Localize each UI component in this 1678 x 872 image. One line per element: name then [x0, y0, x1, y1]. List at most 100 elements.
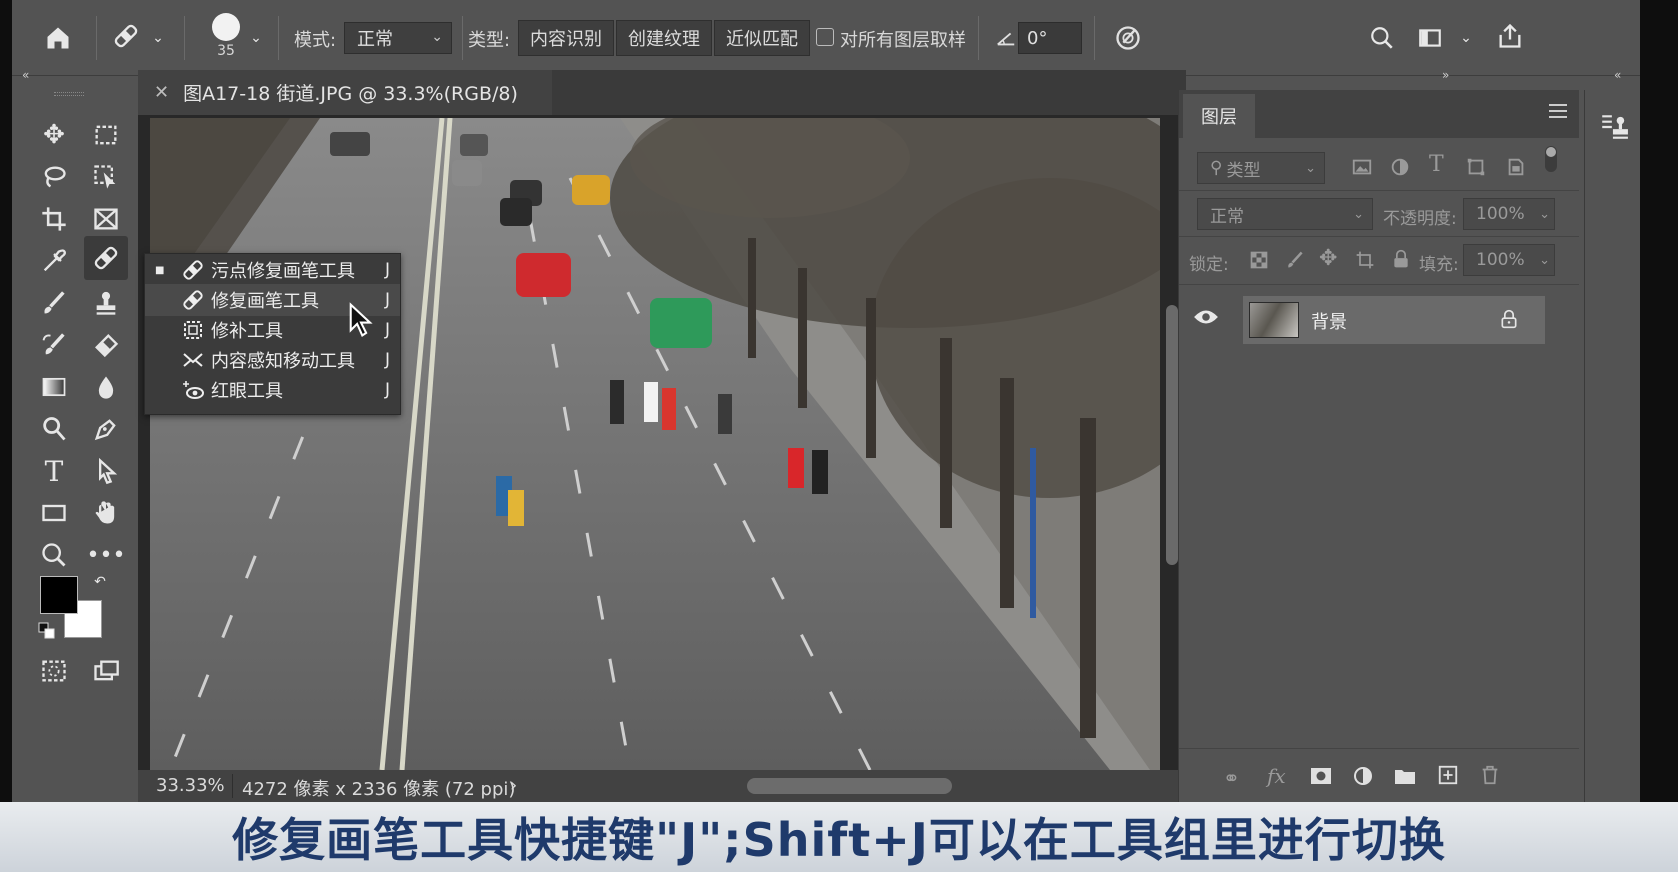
- screen-mode-icon[interactable]: [84, 652, 128, 690]
- separator: [232, 774, 233, 798]
- type-create-texture-button[interactable]: 创建纹理: [616, 20, 712, 56]
- history-brush-tool-icon[interactable]: [32, 326, 76, 364]
- horizontal-scrollbar[interactable]: [747, 778, 952, 794]
- quick-mask-icon[interactable]: [32, 652, 76, 690]
- marquee-tool-icon[interactable]: [84, 116, 128, 154]
- swap-colors-icon[interactable]: ↶: [88, 570, 112, 594]
- toolbar-collapse-icon[interactable]: «: [22, 68, 29, 82]
- visibility-eye-icon[interactable]: [1193, 308, 1219, 330]
- home-icon[interactable]: [40, 20, 76, 56]
- lock-transparent-icon[interactable]: [1249, 250, 1269, 274]
- mouse-cursor-icon: [348, 302, 378, 342]
- fill-value: 100%: [1476, 250, 1525, 270]
- type-tool-icon[interactable]: T: [32, 452, 76, 490]
- new-layer-icon[interactable]: [1437, 764, 1459, 790]
- trash-icon[interactable]: [1479, 764, 1501, 790]
- panel-expand-icon[interactable]: »: [1442, 68, 1449, 82]
- flyout-item-red-eye[interactable]: 红眼工具 J: [145, 374, 400, 406]
- layer-row[interactable]: 背景: [1243, 296, 1545, 344]
- workspace-icon[interactable]: [1412, 20, 1448, 56]
- frame-tool-icon[interactable]: [84, 200, 128, 238]
- hand-tool-icon[interactable]: [84, 494, 128, 532]
- mode-value: 正常: [357, 29, 393, 50]
- blend-mode-select[interactable]: 正常 ⌄: [1197, 198, 1373, 230]
- type-content-aware-button[interactable]: 内容识别: [518, 20, 614, 56]
- chevron-down-icon[interactable]: ⌄: [148, 26, 168, 50]
- filter-adjustment-icon[interactable]: [1389, 156, 1411, 182]
- brush-size-picker[interactable]: 35: [208, 12, 244, 60]
- filter-shape-icon[interactable]: [1465, 156, 1487, 182]
- layer-filter-select[interactable]: ⚲ 类型 ⌄: [1197, 152, 1325, 184]
- options-bar: ⌄ 35 ⌄ 模式: 正常 ⌄ 类型: 内容识别 创建纹理 近似匹配 对所有图层…: [12, 0, 1640, 76]
- fill-input[interactable]: 100% ⌄: [1463, 244, 1555, 276]
- street-photo[interactable]: [150, 118, 1160, 770]
- properties-panel-icon[interactable]: [1599, 112, 1629, 146]
- tab-layers[interactable]: 图层: [1183, 94, 1255, 138]
- crop-tool-icon[interactable]: [32, 200, 76, 238]
- subtitle-text: 修复画笔工具快捷键"J";Shift+J可以在工具组里进行切换: [232, 813, 1446, 867]
- eyedropper-tool-icon[interactable]: [32, 242, 76, 280]
- link-layers-icon[interactable]: ⚭: [1223, 766, 1240, 790]
- zoom-level[interactable]: 33.33%: [156, 775, 225, 796]
- close-icon[interactable]: ✕: [154, 82, 169, 103]
- group-folder-icon[interactable]: [1393, 766, 1417, 790]
- panel-collapse-icon[interactable]: «: [1614, 68, 1621, 82]
- filter-toggle[interactable]: [1545, 146, 1557, 172]
- vertical-scrollbar[interactable]: [1166, 305, 1178, 565]
- default-colors-icon[interactable]: [38, 622, 56, 640]
- document-tab[interactable]: ✕ 图A17-18 街道.JPG @ 33.3%(RGB/8): [138, 70, 552, 115]
- toolbar-grip[interactable]: [54, 92, 84, 96]
- share-icon[interactable]: [1492, 18, 1528, 54]
- panel-menu-icon[interactable]: [1549, 104, 1567, 118]
- blur-tool-icon[interactable]: [84, 368, 128, 406]
- chevron-down-icon[interactable]: ⌄: [246, 26, 266, 50]
- lock-all-icon[interactable]: [1391, 248, 1411, 274]
- spot-healing-brush-icon: [179, 257, 207, 283]
- filter-pixel-icon[interactable]: [1351, 156, 1373, 182]
- patch-tool-icon: [179, 317, 207, 343]
- healing-brush-preset-icon[interactable]: [108, 18, 144, 54]
- type-proximity-match-button[interactable]: 近似匹配: [714, 20, 810, 56]
- search-icon: ⚲: [1210, 158, 1223, 178]
- video-subtitle: 修复画笔工具快捷键"J";Shift+J可以在工具组里进行切换: [0, 802, 1678, 872]
- chevron-down-icon[interactable]: ⌄: [1456, 26, 1476, 50]
- angle-input[interactable]: 0°: [1018, 22, 1082, 54]
- pressure-size-icon[interactable]: [1110, 20, 1146, 56]
- lock-position-icon[interactable]: ✥: [1319, 246, 1337, 271]
- mode-select[interactable]: 正常 ⌄: [344, 22, 452, 54]
- flyout-item-label: 内容感知移动工具: [211, 351, 355, 372]
- separator: [278, 16, 279, 60]
- flyout-item-spot-healing-brush[interactable]: ■ 污点修复画笔工具 J: [145, 254, 400, 286]
- sample-all-layers-checkbox[interactable]: [816, 28, 834, 46]
- gradient-tool-icon[interactable]: [32, 368, 76, 406]
- rectangle-tool-icon[interactable]: [32, 494, 76, 532]
- adjustment-layer-icon[interactable]: [1351, 764, 1375, 792]
- status-menu-arrow[interactable]: ›: [510, 775, 517, 796]
- status-bar: 33.33% 4272 像素 x 2336 像素 (72 ppi) ›: [138, 770, 1186, 802]
- dodge-tool-icon[interactable]: [32, 410, 76, 448]
- lock-pixels-icon[interactable]: [1285, 250, 1305, 274]
- opacity-input[interactable]: 100% ⌄: [1463, 198, 1555, 230]
- layer-mask-icon[interactable]: [1309, 766, 1333, 790]
- pen-tool-icon[interactable]: [84, 410, 128, 448]
- search-icon[interactable]: [1364, 20, 1400, 56]
- lasso-tool-icon[interactable]: [32, 158, 76, 196]
- canvas-area[interactable]: [138, 115, 1186, 770]
- flyout-item-content-aware-move[interactable]: 内容感知移动工具 J: [145, 344, 400, 376]
- separator: [184, 16, 185, 60]
- clone-stamp-tool-icon[interactable]: [84, 284, 128, 322]
- chevron-down-icon: ⌄: [431, 29, 443, 45]
- filter-smart-object-icon[interactable]: [1505, 156, 1527, 182]
- zoom-tool-icon[interactable]: [32, 536, 76, 574]
- filter-type-icon[interactable]: T: [1429, 152, 1444, 177]
- path-selection-tool-icon[interactable]: [84, 452, 128, 490]
- healing-brush-tool-icon[interactable]: [84, 236, 128, 280]
- lock-artboard-icon[interactable]: [1355, 250, 1375, 274]
- eraser-tool-icon[interactable]: [84, 326, 128, 364]
- foreground-color-swatch[interactable]: [40, 576, 78, 614]
- move-tool-icon[interactable]: ✥: [32, 116, 76, 154]
- brush-tool-icon[interactable]: [32, 284, 76, 322]
- object-selection-tool-icon[interactable]: [84, 158, 128, 196]
- more-tools-icon[interactable]: •••: [84, 536, 128, 574]
- fx-icon[interactable]: fx: [1267, 764, 1286, 788]
